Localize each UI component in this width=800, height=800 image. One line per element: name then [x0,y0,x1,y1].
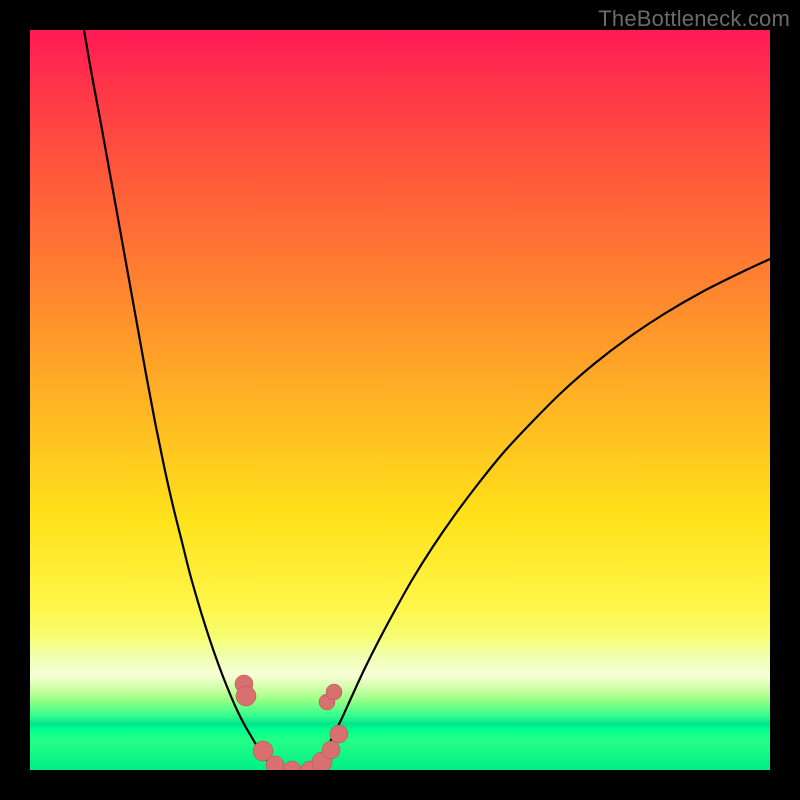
curve-layer [30,30,770,770]
chart-frame: TheBottleneck.com [0,0,800,800]
curve-left [84,30,282,770]
data-marker [326,684,342,700]
data-marker [236,686,256,706]
data-markers [235,675,348,770]
data-marker [330,725,348,743]
watermark-text: TheBottleneck.com [598,6,790,32]
curve-right [308,259,770,770]
data-marker [283,761,301,770]
data-marker [322,741,340,759]
plot-area [30,30,770,770]
